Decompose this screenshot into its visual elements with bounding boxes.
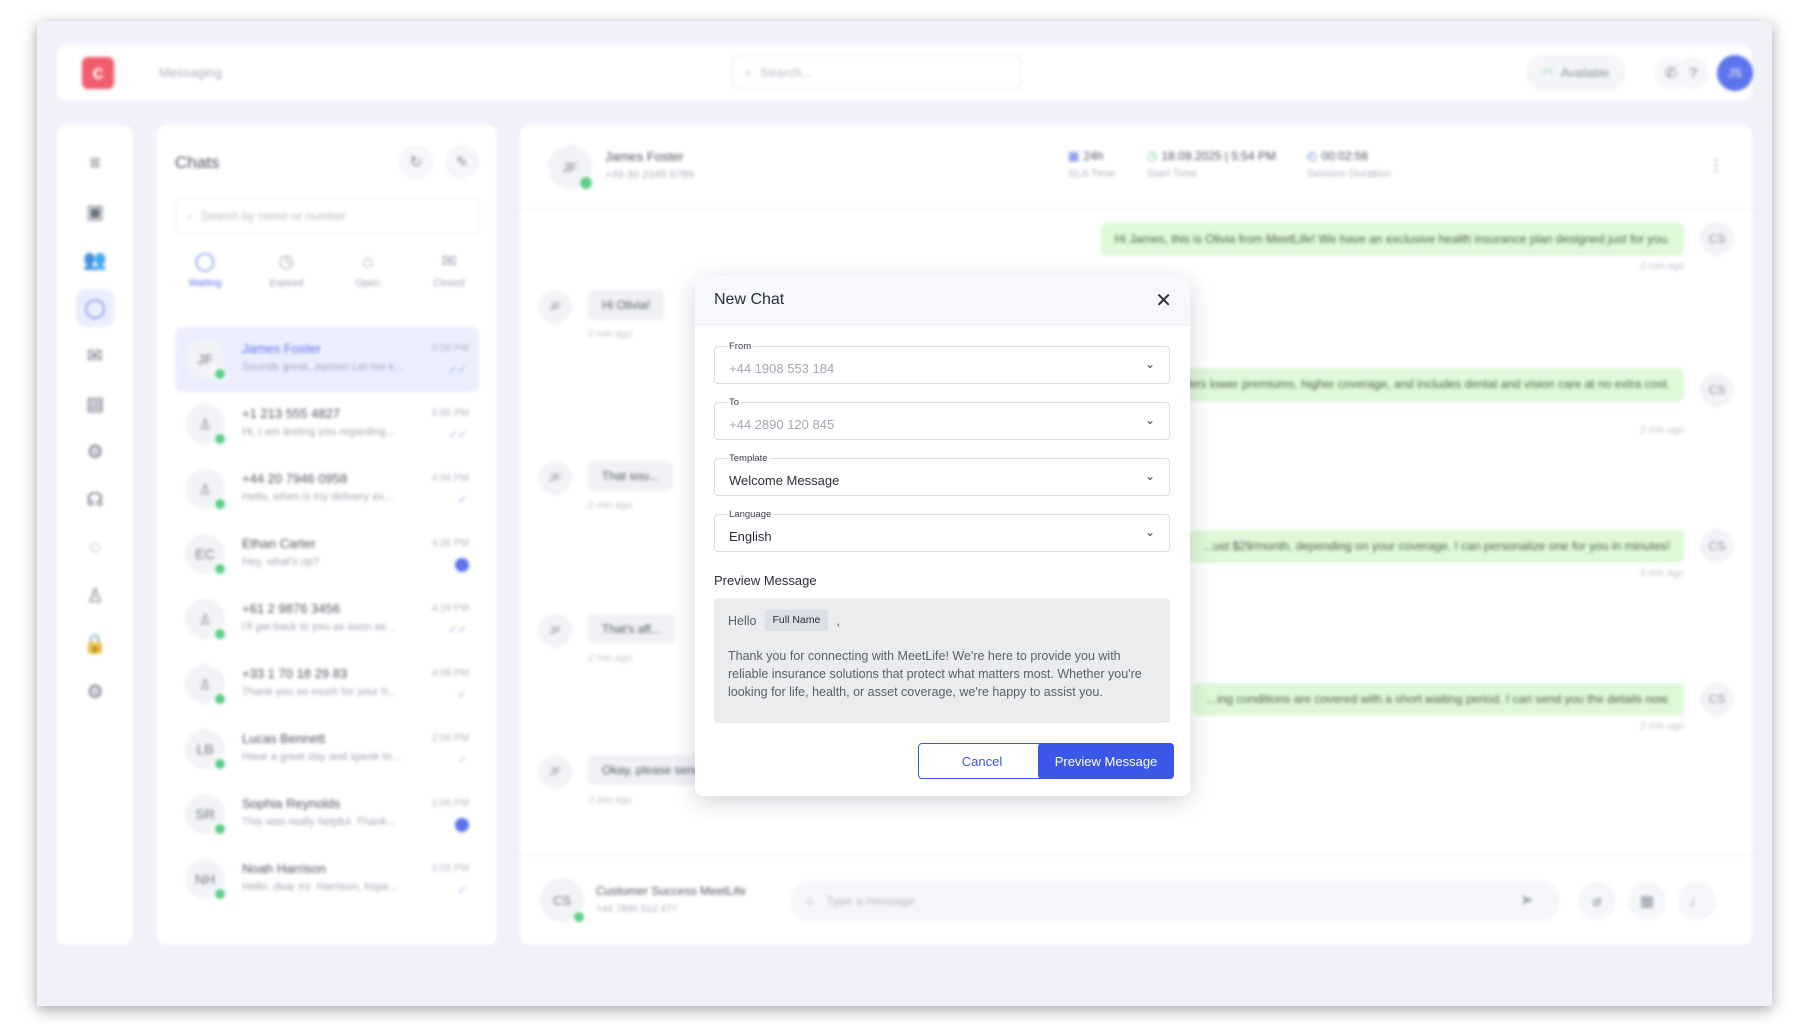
- to-value: +44 2890 120 845: [729, 417, 835, 432]
- full-name-variable-tag: Full Name: [764, 610, 829, 632]
- chevron-down-icon: ⌄: [1144, 413, 1155, 427]
- modal-title: New Chat: [714, 291, 785, 308]
- preview-hello: Hello: [728, 613, 757, 628]
- template-select[interactable]: Template Welcome Message ⌄: [714, 453, 1170, 496]
- from-label: From: [727, 341, 754, 352]
- preview-message-box: Hello Full Name , Thank you for connecti…: [714, 598, 1170, 723]
- preview-message-button[interactable]: Preview Message: [1038, 743, 1174, 779]
- language-label: Language: [727, 509, 774, 520]
- template-value: Welcome Message: [729, 473, 840, 488]
- new-chat-modal: New Chat ✕ From +44 1908 553 184 ⌄ To +4…: [695, 276, 1190, 796]
- chevron-down-icon: ⌄: [1144, 469, 1155, 483]
- preview-comma: ,: [836, 613, 840, 628]
- to-select[interactable]: To +44 2890 120 845 ⌄: [714, 397, 1170, 440]
- from-value: +44 1908 553 184: [729, 361, 835, 376]
- preview-title: Preview Message: [714, 573, 817, 588]
- chevron-down-icon: ⌄: [1144, 357, 1155, 371]
- close-icon[interactable]: ✕: [1155, 288, 1172, 313]
- preview-body: Thank you for connecting with MeetLife! …: [728, 649, 1142, 700]
- chevron-down-icon: ⌄: [1144, 525, 1155, 539]
- to-label: To: [727, 397, 742, 408]
- language-select[interactable]: Language English ⌄: [714, 509, 1170, 552]
- modal-header: New Chat ✕: [695, 276, 1190, 326]
- cancel-button[interactable]: Cancel: [918, 743, 1046, 779]
- language-value: English: [729, 529, 772, 544]
- screenshot-frame: c Messaging ⌕ Search... ◠ Available ✆ ? …: [37, 21, 1772, 1006]
- from-select[interactable]: From +44 1908 553 184 ⌄: [714, 341, 1170, 384]
- template-label: Template: [727, 453, 770, 464]
- preview-greeting: Hello Full Name ,: [728, 610, 1156, 632]
